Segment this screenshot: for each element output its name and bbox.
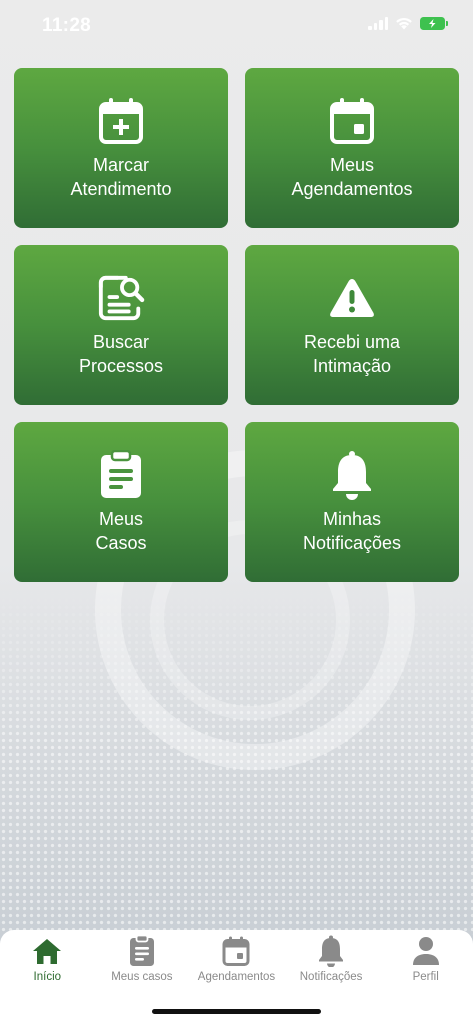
home-indicator xyxy=(152,1009,321,1014)
card-label: Meus Casos xyxy=(95,509,147,553)
tab-label: Início xyxy=(33,971,62,983)
card-label: Buscar Processos xyxy=(78,332,164,376)
tab-inicio[interactable]: Início xyxy=(0,930,95,1024)
bell-icon xyxy=(315,934,347,968)
clipboard-icon xyxy=(97,450,145,500)
card-buscar-processos[interactable]: Buscar Processos xyxy=(14,245,228,405)
card-meus-agendamentos[interactable]: Meus Agendamentos xyxy=(245,68,459,228)
card-minhas-notificacoes[interactable]: Minhas Notificações xyxy=(245,422,459,582)
calendar-icon xyxy=(220,934,252,968)
wifi-icon xyxy=(396,17,412,30)
card-meus-casos[interactable]: Meus Casos xyxy=(14,422,228,582)
status-icons xyxy=(368,17,448,30)
card-recebi-intimacao[interactable]: Recebi uma Intimação xyxy=(245,245,459,405)
tab-label: Notificações xyxy=(299,971,363,983)
card-label: Recebi uma Intimação xyxy=(303,332,401,376)
calendar-plus-icon xyxy=(97,96,145,146)
tab-perfil[interactable]: Perfil xyxy=(378,930,473,1024)
tab-label: Agendamentos xyxy=(197,971,276,983)
home-icon xyxy=(31,934,63,968)
home-menu-grid: Marcar Atendimento Meus Agendamentos Bus… xyxy=(14,68,459,582)
user-icon xyxy=(410,934,442,968)
bell-icon xyxy=(328,450,376,500)
card-label: Minhas Notificações xyxy=(302,509,402,553)
calendar-event-icon xyxy=(328,96,376,146)
status-bar: 11:28 xyxy=(0,0,473,54)
tab-label: Meus casos xyxy=(111,971,173,983)
document-search-icon xyxy=(97,273,145,323)
background-dot-pattern xyxy=(0,590,473,935)
tab-label: Perfil xyxy=(412,971,439,983)
card-label: Meus Agendamentos xyxy=(291,155,413,199)
card-label: Marcar Atendimento xyxy=(70,155,172,199)
cellular-signal-icon xyxy=(368,17,388,30)
battery-charging-icon xyxy=(420,17,448,30)
warning-triangle-icon xyxy=(328,273,376,323)
clipboard-icon xyxy=(126,934,158,968)
status-time: 11:28 xyxy=(42,15,92,36)
card-marcar-atendimento[interactable]: Marcar Atendimento xyxy=(14,68,228,228)
